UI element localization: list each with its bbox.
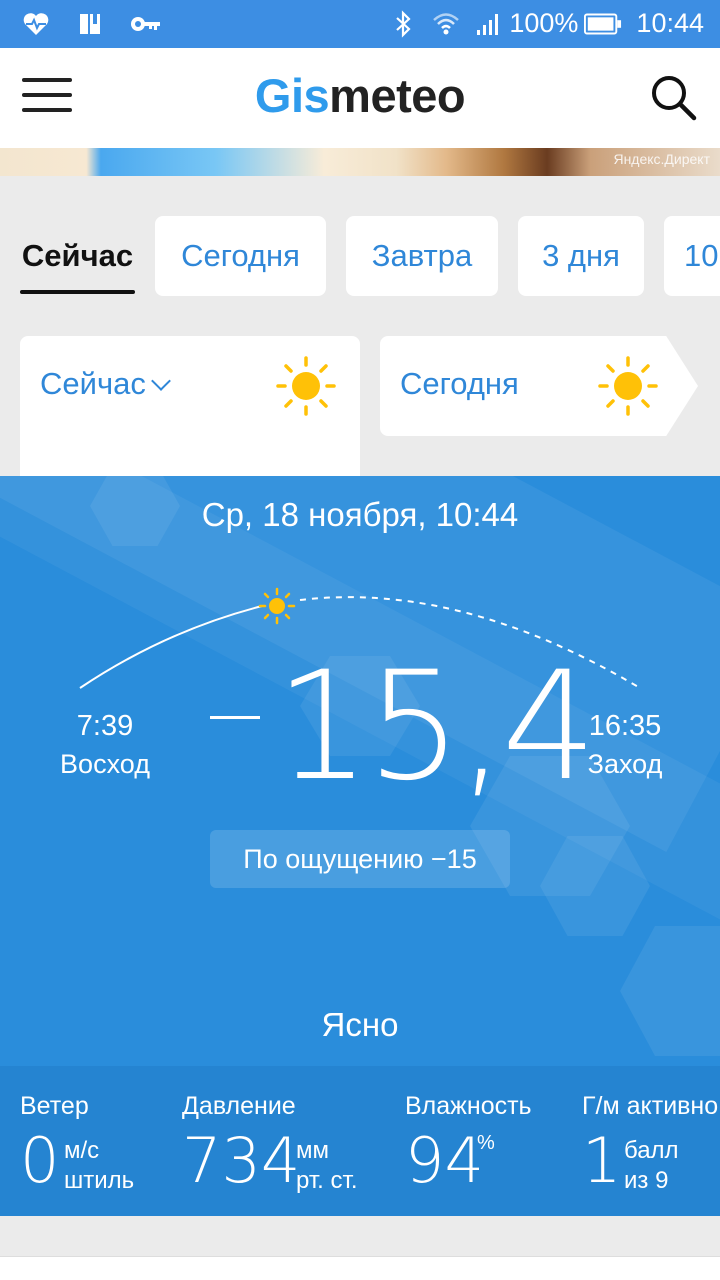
sunrise-label: Восход [60,749,150,779]
period-tabs: Сейчас Сегодня Завтра 3 дня 10 [0,216,720,296]
pressure-unit: мм [296,1137,329,1164]
pressure-value: 734 [182,1124,301,1197]
stat-humidity: Влажность 94 % [405,1092,532,1197]
sunrise-time: 7:39 [76,710,134,742]
tab-3-days[interactable]: 3 дня [518,216,644,296]
stat-geomagnetic: Г/м активно 1 балл из 9 [582,1092,719,1197]
battery-icon [584,13,622,34]
period-card-now[interactable]: Сейчас [20,336,360,476]
key-icon [131,17,160,31]
current-weather-panel: Ср, 18 ноября, 10:44 7:39 Восход 16:35 З… [0,476,720,1216]
battery-percent: 100% [509,8,579,38]
tab-today[interactable]: Сегодня [155,216,326,296]
date-time: Ср, 18 ноября, 10:44 [201,496,519,533]
geomagnetic-value: 1 [582,1124,622,1197]
tab-tomorrow[interactable]: Завтра [346,216,498,296]
ad-label: Яндекс.Директ [613,151,710,167]
search-icon[interactable] [648,72,698,122]
sun-icon [598,356,658,416]
active-tab-indicator [20,290,135,294]
sun-position-icon [258,587,296,625]
weather-stats: Ветер 0 м/с штиль Давление 734 мм рт. ст… [0,1066,720,1216]
geomagnetic-unit: балл [624,1137,679,1164]
period-card-label: Сейчас [40,366,146,401]
app-header: Gismeteo [0,48,720,148]
tab-10-days[interactable]: 10 [664,216,720,296]
sun-icon [276,356,336,416]
heartbeat-icon [23,13,49,35]
tab-now[interactable]: Сейчас [20,216,135,296]
humidity-value: 94 [405,1124,484,1197]
wind-note: штиль [64,1167,135,1194]
book-icon [80,14,100,34]
bluetooth-icon [396,9,411,38]
wifi-icon [433,12,460,34]
sunrise-info: 7:39 Восход [40,710,170,780]
signal-icon [477,13,499,35]
humidity-unit: % [477,1132,495,1154]
wind-value: 0 [20,1124,60,1197]
feels-like: По ощущению −15 [210,830,510,888]
stat-pressure: Давление 734 мм рт. ст. [182,1092,358,1197]
period-card-today[interactable]: Сегодня [380,336,698,436]
pressure-note: рт. ст. [296,1167,358,1194]
period-card-label: Сегодня [400,366,519,401]
clock: 10:44 [636,8,704,38]
wind-unit: м/с [64,1137,100,1164]
app-logo: Gismeteo [254,69,466,122]
temperature-sign [210,716,260,719]
next-section-edge [0,1256,720,1280]
stat-wind: Ветер 0 м/с штиль [20,1092,135,1197]
chevron-down-icon [150,371,171,391]
weather-condition: Ясно [321,1006,399,1043]
temperature-value: 15,4 [275,640,597,814]
ad-banner[interactable]: Яндекс.Директ [0,148,720,176]
status-bar: 100% 10:44 [0,0,720,48]
geomagnetic-note: из 9 [624,1167,669,1194]
bottom-area [0,1216,720,1280]
